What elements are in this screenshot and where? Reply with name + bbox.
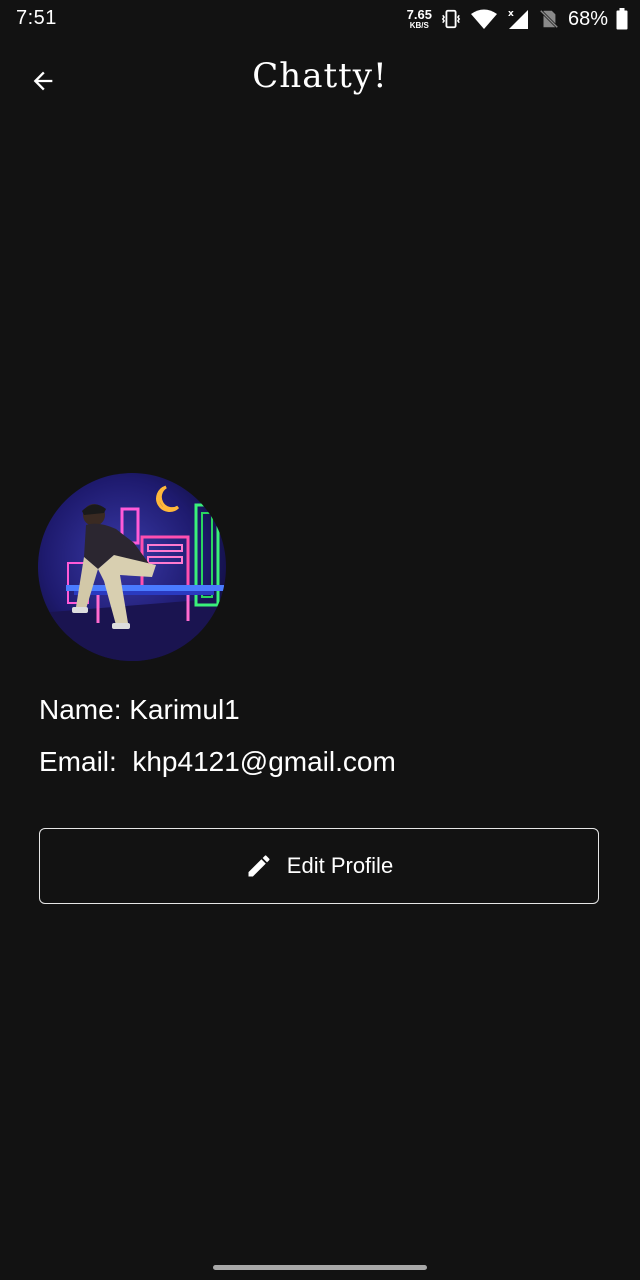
battery-icon (616, 8, 628, 30)
wifi-icon (470, 9, 497, 29)
profile-avatar (38, 473, 226, 661)
network-speed-value: 7.65 (406, 7, 432, 22)
network-speed: 7.65 KB/S (407, 8, 432, 30)
app-title: Chatty! (252, 56, 388, 96)
battery-percent: 68% (567, 7, 608, 30)
app-bar: Chatty! (0, 48, 640, 114)
pencil-icon (248, 855, 270, 877)
status-bar: 7:51 7.65 KB/S x 68% (0, 0, 640, 38)
avatar-photo (38, 473, 226, 661)
edit-profile-label: Edit Profile (286, 853, 394, 878)
gesture-nav-handle[interactable] (213, 1265, 427, 1270)
svg-text:x: x (508, 9, 514, 19)
edit-profile-button[interactable]: Edit Profile (39, 828, 599, 904)
status-icons: 7.65 KB/S x 68% (407, 4, 628, 34)
network-speed-unit: KB/S (409, 21, 429, 30)
profile-email: Email: khp4121@gmail.com (39, 746, 396, 777)
cell-signal-icon: x (508, 9, 528, 29)
profile-name: Name: Karimul1 (39, 694, 240, 725)
no-sim-icon (539, 9, 559, 29)
vibrate-icon (441, 9, 461, 29)
status-time: 7:51 (16, 7, 57, 29)
